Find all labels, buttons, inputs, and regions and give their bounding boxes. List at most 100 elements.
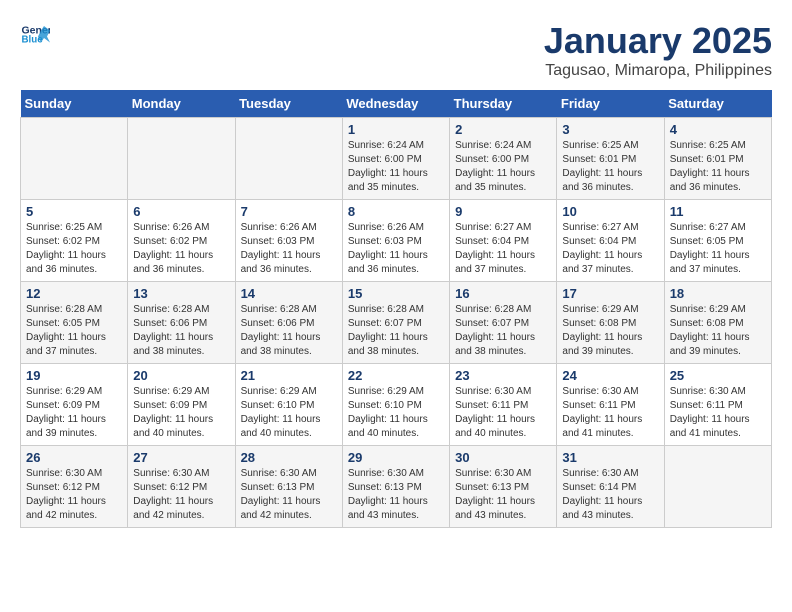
calendar-week-3: 12 Sunrise: 6:28 AM Sunset: 6:05 PM Dayli… (21, 282, 772, 364)
calendar-cell: 14Sunrise: 6:28 AM Sunset: 6:06 PM Dayli… (235, 282, 342, 364)
day-info: Sunrise: 6:26 AM Sunset: 6:03 PM Dayligh… (348, 221, 444, 277)
calendar-cell (235, 118, 342, 200)
day-info: Sunrise: 6:26 AM Sunset: 6:02 PM Dayligh… (133, 221, 229, 277)
day-info: Sunrise: 6:26 AM Sunset: 6:03 PM Dayligh… (241, 221, 337, 277)
location-subtitle: Tagusao, Mimaropa, Philippines (544, 62, 772, 80)
day-number: 6 (133, 204, 229, 219)
day-number: 16 (455, 286, 551, 301)
calendar-cell: 22 Sunrise: 6:29 AM Sunset: 6:10 PM Dayli… (342, 364, 449, 446)
logo: General Blue (20, 20, 54, 50)
day-info: Sunrise: 6:29 AM Sunset: 6:08 PM Dayligh… (670, 303, 766, 359)
day-info: Sunrise: 6:28 AM Sunset: 6:07 PM Dayligh… (348, 303, 444, 359)
month-title: January 2025 (544, 20, 772, 62)
day-info: Sunrise: 6:24 AM Sunset: 6:00 PM Dayligh… (348, 139, 444, 195)
page-header: General Blue January 2025 Tagusao, Mimar… (20, 20, 772, 80)
day-info: Sunrise: 6:29 AM Sunset: 6:09 PM Dayligh… (133, 385, 229, 441)
day-info: Sunrise: 6:30 AM Sunset: 6:11 PM Dayligh… (670, 385, 766, 441)
header-row: SundayMondayTuesdayWednesdayThursdayFrid… (21, 90, 772, 118)
weekday-header-thursday: Thursday (450, 90, 557, 118)
day-info: Sunrise: 6:29 AM Sunset: 6:09 PM Dayligh… (26, 385, 122, 441)
day-number: 30 (455, 450, 551, 465)
day-info: Sunrise: 6:27 AM Sunset: 6:04 PM Dayligh… (562, 221, 658, 277)
weekday-header-sunday: Sunday (21, 90, 128, 118)
calendar-cell: 2Sunrise: 6:24 AM Sunset: 6:00 PM Daylig… (450, 118, 557, 200)
calendar-cell: 17 Sunrise: 6:29 AM Sunset: 6:08 PM Dayli… (557, 282, 664, 364)
calendar-cell: 12 Sunrise: 6:28 AM Sunset: 6:05 PM Dayli… (21, 282, 128, 364)
day-info: Sunrise: 6:25 AM Sunset: 6:01 PM Dayligh… (670, 139, 766, 195)
calendar-cell (21, 118, 128, 200)
calendar-cell: 13 Sunrise: 6:28 AM Sunset: 6:06 PM Dayli… (128, 282, 235, 364)
weekday-header-saturday: Saturday (664, 90, 771, 118)
day-number: 26 (26, 450, 122, 465)
day-number: 25 (670, 368, 766, 383)
day-number: 5 (26, 204, 122, 219)
day-number: 1 (348, 122, 444, 137)
calendar-cell: 6 Sunrise: 6:26 AM Sunset: 6:02 PM Daylig… (128, 200, 235, 282)
calendar-table: SundayMondayTuesdayWednesdayThursdayFrid… (20, 90, 772, 528)
weekday-header-monday: Monday (128, 90, 235, 118)
day-number: 29 (348, 450, 444, 465)
calendar-cell: 4 Sunrise: 6:25 AM Sunset: 6:01 PM Daylig… (664, 118, 771, 200)
day-info: Sunrise: 6:30 AM Sunset: 6:12 PM Dayligh… (26, 467, 122, 523)
day-info: Sunrise: 6:30 AM Sunset: 6:14 PM Dayligh… (562, 467, 658, 523)
day-info: Sunrise: 6:29 AM Sunset: 6:10 PM Dayligh… (241, 385, 337, 441)
calendar-cell: 15Sunrise: 6:28 AM Sunset: 6:07 PM Dayli… (342, 282, 449, 364)
calendar-cell: 24Sunrise: 6:30 AM Sunset: 6:11 PM Dayli… (557, 364, 664, 446)
day-number: 12 (26, 286, 122, 301)
weekday-header-tuesday: Tuesday (235, 90, 342, 118)
calendar-cell (664, 446, 771, 528)
day-info: Sunrise: 6:28 AM Sunset: 6:07 PM Dayligh… (455, 303, 551, 359)
day-number: 20 (133, 368, 229, 383)
calendar-cell: 1 Sunrise: 6:24 AM Sunset: 6:00 PM Daylig… (342, 118, 449, 200)
day-number: 23 (455, 368, 551, 383)
calendar-cell: 3 Sunrise: 6:25 AM Sunset: 6:01 PM Daylig… (557, 118, 664, 200)
day-number: 22 (348, 368, 444, 383)
calendar-cell: 7Sunrise: 6:26 AM Sunset: 6:03 PM Daylig… (235, 200, 342, 282)
calendar-week-2: 5 Sunrise: 6:25 AM Sunset: 6:02 PM Daylig… (21, 200, 772, 282)
day-number: 13 (133, 286, 229, 301)
calendar-cell: 8Sunrise: 6:26 AM Sunset: 6:03 PM Daylig… (342, 200, 449, 282)
day-info: Sunrise: 6:25 AM Sunset: 6:02 PM Dayligh… (26, 221, 122, 277)
day-info: Sunrise: 6:28 AM Sunset: 6:06 PM Dayligh… (133, 303, 229, 359)
day-info: Sunrise: 6:25 AM Sunset: 6:01 PM Dayligh… (562, 139, 658, 195)
day-number: 19 (26, 368, 122, 383)
calendar-cell (128, 118, 235, 200)
calendar-cell: 31Sunrise: 6:30 AM Sunset: 6:14 PM Dayli… (557, 446, 664, 528)
calendar-week-1: 1 Sunrise: 6:24 AM Sunset: 6:00 PM Daylig… (21, 118, 772, 200)
calendar-cell: 25 Sunrise: 6:30 AM Sunset: 6:11 PM Dayli… (664, 364, 771, 446)
day-number: 3 (562, 122, 658, 137)
day-info: Sunrise: 6:24 AM Sunset: 6:00 PM Dayligh… (455, 139, 551, 195)
day-info: Sunrise: 6:30 AM Sunset: 6:13 PM Dayligh… (455, 467, 551, 523)
day-info: Sunrise: 6:27 AM Sunset: 6:05 PM Dayligh… (670, 221, 766, 277)
calendar-cell: 29 Sunrise: 6:30 AM Sunset: 6:13 PM Dayli… (342, 446, 449, 528)
calendar-week-5: 26 Sunrise: 6:30 AM Sunset: 6:12 PM Dayli… (21, 446, 772, 528)
weekday-header-wednesday: Wednesday (342, 90, 449, 118)
title-block: January 2025 Tagusao, Mimaropa, Philippi… (544, 20, 772, 80)
day-number: 11 (670, 204, 766, 219)
day-info: Sunrise: 6:28 AM Sunset: 6:05 PM Dayligh… (26, 303, 122, 359)
day-info: Sunrise: 6:27 AM Sunset: 6:04 PM Dayligh… (455, 221, 551, 277)
calendar-cell: 27 Sunrise: 6:30 AM Sunset: 6:12 PM Dayli… (128, 446, 235, 528)
calendar-cell: 20 Sunrise: 6:29 AM Sunset: 6:09 PM Dayli… (128, 364, 235, 446)
day-info: Sunrise: 6:30 AM Sunset: 6:13 PM Dayligh… (348, 467, 444, 523)
day-number: 17 (562, 286, 658, 301)
calendar-cell: 11 Sunrise: 6:27 AM Sunset: 6:05 PM Dayli… (664, 200, 771, 282)
calendar-cell: 28Sunrise: 6:30 AM Sunset: 6:13 PM Dayli… (235, 446, 342, 528)
calendar-cell: 30 Sunrise: 6:30 AM Sunset: 6:13 PM Dayli… (450, 446, 557, 528)
day-number: 4 (670, 122, 766, 137)
day-number: 21 (241, 368, 337, 383)
day-info: Sunrise: 6:30 AM Sunset: 6:13 PM Dayligh… (241, 467, 337, 523)
day-info: Sunrise: 6:29 AM Sunset: 6:08 PM Dayligh… (562, 303, 658, 359)
calendar-cell: 19 Sunrise: 6:29 AM Sunset: 6:09 PM Dayli… (21, 364, 128, 446)
calendar-cell: 9Sunrise: 6:27 AM Sunset: 6:04 PM Daylig… (450, 200, 557, 282)
day-number: 27 (133, 450, 229, 465)
day-info: Sunrise: 6:29 AM Sunset: 6:10 PM Dayligh… (348, 385, 444, 441)
calendar-cell: 5 Sunrise: 6:25 AM Sunset: 6:02 PM Daylig… (21, 200, 128, 282)
day-number: 18 (670, 286, 766, 301)
day-info: Sunrise: 6:28 AM Sunset: 6:06 PM Dayligh… (241, 303, 337, 359)
day-info: Sunrise: 6:30 AM Sunset: 6:11 PM Dayligh… (455, 385, 551, 441)
day-info: Sunrise: 6:30 AM Sunset: 6:12 PM Dayligh… (133, 467, 229, 523)
calendar-cell: 23 Sunrise: 6:30 AM Sunset: 6:11 PM Dayli… (450, 364, 557, 446)
day-number: 24 (562, 368, 658, 383)
calendar-cell: 21 Sunrise: 6:29 AM Sunset: 6:10 PM Dayli… (235, 364, 342, 446)
